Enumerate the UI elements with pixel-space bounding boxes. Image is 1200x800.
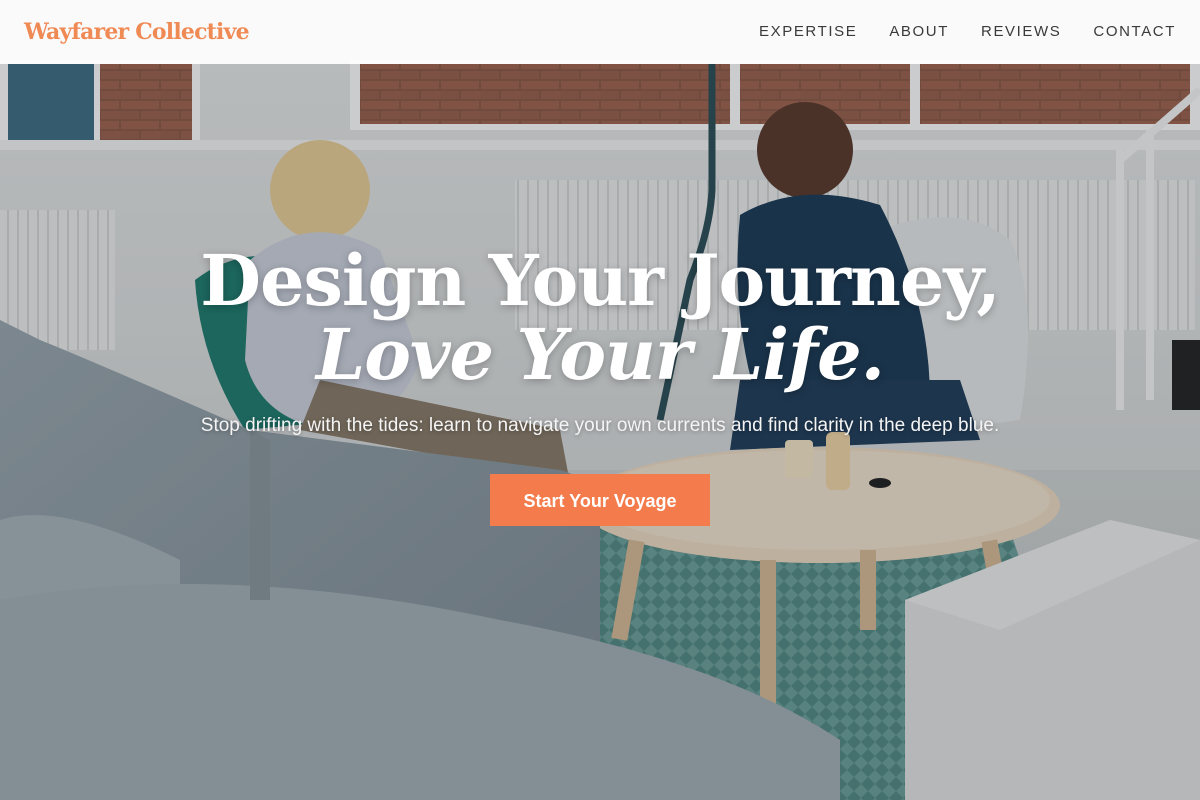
top-navigation: Wayfarer Collective EXPERTISE ABOUT REVI… [0, 0, 1200, 64]
hero-subtitle: Stop drifting with the tides: learn to n… [200, 415, 1000, 436]
landing-page: Wayfarer Collective EXPERTISE ABOUT REVI… [0, 0, 1200, 800]
brand-logo[interactable]: Wayfarer Collective [24, 19, 250, 45]
nav-item-reviews: REVIEWS [981, 23, 1061, 41]
nav-item-about: ABOUT [889, 23, 949, 41]
nav-menu: EXPERTISE ABOUT REVIEWS CONTACT [759, 23, 1176, 41]
hero-section: Design Your Journey, Love Your Life. Sto… [0, 244, 1200, 526]
nav-link-reviews[interactable]: REVIEWS [981, 23, 1061, 40]
start-voyage-button[interactable]: Start Your Voyage [490, 474, 710, 526]
nav-item-contact: CONTACT [1093, 23, 1176, 41]
nav-link-about[interactable]: ABOUT [889, 23, 949, 40]
nav-link-contact[interactable]: CONTACT [1093, 23, 1176, 40]
hero-headline: Design Your Journey, [200, 239, 1001, 322]
hero-headline-italic: Love Your Life. [315, 313, 885, 396]
nav-item-expertise: EXPERTISE [759, 23, 857, 41]
nav-link-expertise[interactable]: EXPERTISE [759, 23, 857, 40]
